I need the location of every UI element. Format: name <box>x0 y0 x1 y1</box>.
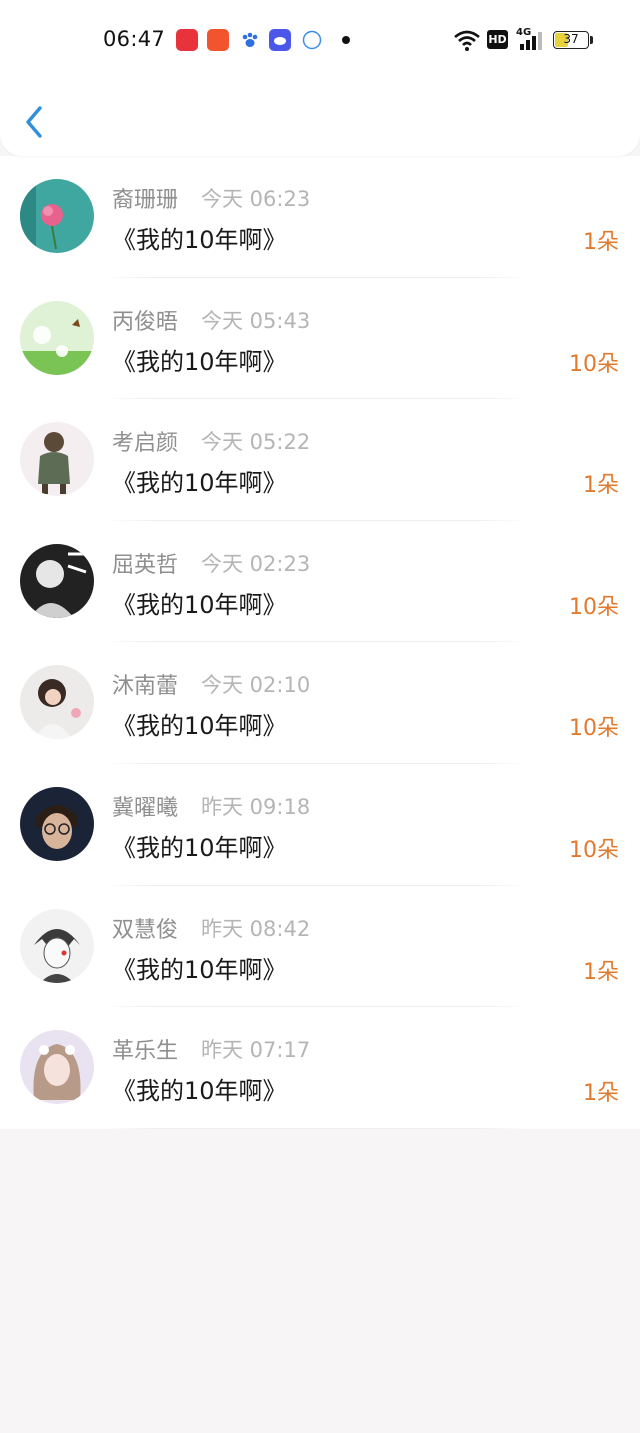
signal-icon <box>520 32 542 50</box>
list-item[interactable]: 裔珊珊 今天 06:23 《我的10年啊》 1朵 <box>0 156 640 278</box>
cloud-app-icon <box>269 29 291 51</box>
status-bar: 06:47 HD 4G 37 <box>0 0 640 80</box>
avatar[interactable] <box>20 179 94 253</box>
gift-time: 昨天 09:18 <box>201 794 311 819</box>
work-title: 《我的10年啊》 <box>112 955 287 984</box>
gift-time: 今天 06:23 <box>201 187 311 211</box>
back-button[interactable] <box>18 100 54 144</box>
gift-time: 今天 05:43 <box>201 308 311 333</box>
sender-name: 双慧俊 <box>112 917 179 943</box>
avatar[interactable] <box>20 422 94 497</box>
avatar[interactable] <box>20 665 94 740</box>
sender-name: 裔珊珊 <box>112 188 179 213</box>
flower-count: 1朵 <box>583 1081 619 1107</box>
avatar[interactable] <box>20 786 94 861</box>
baidu-paw-icon <box>239 29 261 51</box>
wifi-icon <box>454 30 480 51</box>
video-app-icon <box>207 29 229 51</box>
gift-time: 昨天 08:42 <box>201 916 311 941</box>
divider <box>104 1127 528 1129</box>
page: 06:47 HD 4G 37 裔珊珊 今天 06:23 《我的10年啊》 1朵 … <box>0 0 640 1433</box>
ifly-app-icon <box>301 29 323 51</box>
flower-count: 1朵 <box>583 473 619 499</box>
avatar[interactable] <box>20 908 94 983</box>
list-item[interactable]: 冀曜曦 昨天 09:18 《我的10年啊》 10朵 <box>0 764 640 886</box>
work-title: 《我的10年啊》 <box>112 469 287 498</box>
list-item[interactable]: 屈英哲 今天 02:23 《我的10年啊》 10朵 <box>0 521 640 643</box>
list-item[interactable]: 沐南蕾 今天 02:10 《我的10年啊》 10朵 <box>0 642 640 764</box>
list-item[interactable]: 丙俊晤 今天 05:43 《我的10年啊》 10朵 <box>0 278 640 400</box>
gift-time: 昨天 07:17 <box>201 1038 311 1063</box>
list-item[interactable]: 革乐生 昨天 07:17 《我的10年啊》 1朵 <box>0 1007 640 1129</box>
sender-name: 革乐生 <box>112 1039 179 1065</box>
work-title: 《我的10年啊》 <box>112 1077 287 1106</box>
avatar[interactable] <box>20 1030 94 1105</box>
gift-record-list: 裔珊珊 今天 06:23 《我的10年啊》 1朵 丙俊晤 今天 05:43 《我… <box>0 156 640 1129</box>
list-item[interactable]: 双慧俊 昨天 08:42 《我的10年啊》 1朵 <box>0 886 640 1008</box>
battery-icon: 37 <box>553 31 589 49</box>
sender-name: 冀曜曦 <box>112 795 179 821</box>
avatar[interactable] <box>20 300 94 375</box>
flower-count: 10朵 <box>569 716 619 742</box>
work-title: 《我的10年啊》 <box>112 712 287 741</box>
sender-name: 沐南蕾 <box>112 674 179 700</box>
flower-count: 10朵 <box>569 594 619 620</box>
shopping-app-icon <box>176 29 198 51</box>
flower-count: 1朵 <box>583 230 619 255</box>
battery-percent: 37 <box>563 32 579 46</box>
gift-time: 今天 02:10 <box>201 673 311 698</box>
sender-name: 考启颜 <box>112 431 179 457</box>
work-title: 《我的10年啊》 <box>112 226 287 254</box>
hd-badge: HD <box>487 30 508 49</box>
notification-dot-icon <box>342 36 350 44</box>
gift-time: 今天 05:22 <box>201 430 311 455</box>
header: 06:47 HD 4G 37 <box>0 0 640 156</box>
work-title: 《我的10年啊》 <box>112 833 287 862</box>
flower-count: 10朵 <box>569 351 619 377</box>
chevron-left-icon <box>26 106 42 138</box>
avatar[interactable] <box>20 543 94 618</box>
sender-name: 丙俊晤 <box>112 309 179 335</box>
gift-time: 今天 02:23 <box>201 551 311 576</box>
list-item[interactable]: 考启颜 今天 05:22 《我的10年啊》 1朵 <box>0 399 640 521</box>
work-title: 《我的10年啊》 <box>112 347 287 376</box>
flower-count: 1朵 <box>583 959 619 985</box>
sender-name: 屈英哲 <box>112 552 179 578</box>
work-title: 《我的10年啊》 <box>112 590 287 619</box>
battery-cap <box>590 36 593 44</box>
status-time: 06:47 <box>103 27 166 51</box>
flower-count: 10朵 <box>569 837 619 863</box>
